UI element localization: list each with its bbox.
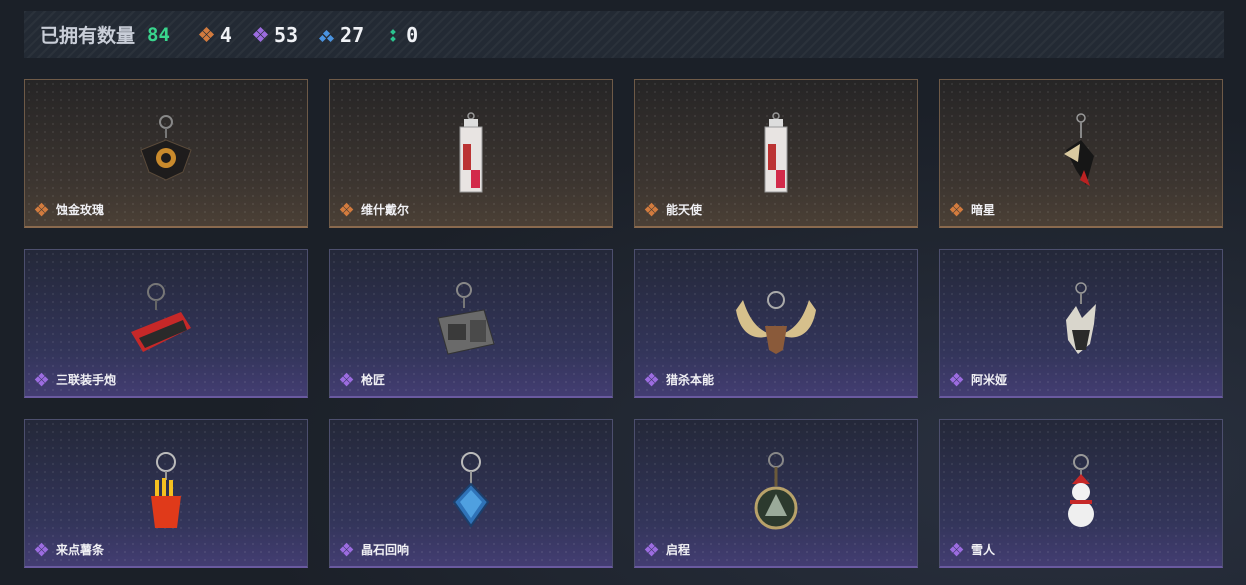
- charm-name-label: 晶石回响: [361, 543, 410, 557]
- stat-purple-count: 53: [273, 22, 299, 47]
- charm-card[interactable]: 启程: [634, 419, 918, 568]
- card-charm-icon: [426, 110, 516, 200]
- charm-name: 阿米娅: [949, 371, 1008, 388]
- owned-count: 84: [147, 23, 170, 46]
- charm-name-label: 蚀金玫瑰: [56, 203, 105, 217]
- charm-name-label: 雪人: [971, 543, 996, 557]
- charm-name: 猎杀本能: [644, 371, 715, 388]
- rose-charm-icon: [121, 110, 211, 200]
- purple-rarity-icon: [949, 542, 964, 556]
- charm-name: 蚀金玫瑰: [34, 201, 105, 218]
- stat-gold: 4: [198, 22, 232, 47]
- charm-card[interactable]: 猎杀本能: [634, 249, 918, 398]
- charm-name-label: 猎杀本能: [666, 373, 715, 387]
- purple-rarity-icon: [339, 372, 354, 386]
- charm-card[interactable]: 枪匠: [329, 249, 613, 398]
- blue-rarity-icon: [319, 28, 335, 42]
- charm-card[interactable]: 维什戴尔: [329, 79, 613, 228]
- charm-card[interactable]: 阿米娅: [939, 249, 1223, 398]
- stat-purple: 53: [252, 22, 299, 47]
- collection-summary-bar: 已拥有数量 84 4 53 27 0: [24, 11, 1224, 58]
- charm-name-label: 来点薯条: [56, 543, 105, 557]
- charm-name: 能天使: [644, 201, 703, 218]
- antler-charm-icon: [731, 280, 821, 370]
- purple-rarity-icon: [252, 26, 268, 42]
- charm-name: 暗星: [949, 201, 996, 218]
- purple-rarity-icon: [34, 542, 49, 556]
- charm-name: 晶石回响: [339, 541, 410, 558]
- gold-rarity-icon: [949, 202, 964, 216]
- charm-name: 来点薯条: [34, 541, 105, 558]
- gunsmith-charm-icon: [426, 280, 516, 370]
- dark-star-charm-icon: [1036, 110, 1126, 200]
- stat-green-count: 0: [406, 22, 419, 47]
- stat-green: 0: [386, 23, 418, 47]
- charm-name-label: 启程: [666, 543, 691, 557]
- snowman-charm-icon: [1036, 450, 1126, 540]
- charm-name-label: 维什戴尔: [361, 203, 410, 217]
- purple-rarity-icon: [644, 542, 659, 556]
- charm-card[interactable]: 三联装手炮: [24, 249, 308, 398]
- charm-name-label: 枪匠: [361, 373, 386, 387]
- gold-rarity-icon: [339, 202, 354, 216]
- owned-label: 已拥有数量: [40, 26, 136, 47]
- charm-name-label: 能天使: [666, 203, 703, 217]
- stat-gold-count: 4: [219, 22, 232, 47]
- charm-card[interactable]: 来点薯条: [24, 419, 308, 568]
- purple-rarity-icon: [644, 372, 659, 386]
- charm-card[interactable]: 晶石回响: [329, 419, 613, 568]
- charm-name-label: 暗星: [971, 203, 996, 217]
- charm-card[interactable]: 暗星: [939, 79, 1223, 228]
- hand-cannon-charm-icon: [121, 280, 211, 370]
- amiya-charm-icon: [1036, 280, 1126, 370]
- fries-charm-icon: [121, 450, 211, 540]
- charm-name-label: 三联装手炮: [56, 373, 117, 387]
- gold-rarity-icon: [34, 202, 49, 216]
- purple-rarity-icon: [339, 542, 354, 556]
- crystal-charm-icon: [426, 450, 516, 540]
- purple-rarity-icon: [34, 372, 49, 386]
- medal-charm-icon: [731, 450, 821, 540]
- charm-card[interactable]: 能天使: [634, 79, 918, 228]
- charm-name-label: 阿米娅: [971, 373, 1008, 387]
- gold-rarity-icon: [644, 202, 659, 216]
- green-rarity-icon: [386, 28, 400, 42]
- charm-name: 三联装手炮: [34, 371, 117, 388]
- charm-card[interactable]: 雪人: [939, 419, 1223, 568]
- gold-rarity-icon: [198, 26, 214, 42]
- stat-blue-count: 27: [340, 22, 365, 47]
- charm-card[interactable]: 蚀金玫瑰: [24, 79, 308, 228]
- charm-name: 启程: [644, 541, 691, 558]
- stat-blue: 27: [319, 22, 365, 47]
- purple-rarity-icon: [949, 372, 964, 386]
- card-charm-icon: [731, 110, 821, 200]
- charm-name: 维什戴尔: [339, 201, 410, 218]
- charm-name: 枪匠: [339, 371, 386, 388]
- charm-name: 雪人: [949, 541, 996, 558]
